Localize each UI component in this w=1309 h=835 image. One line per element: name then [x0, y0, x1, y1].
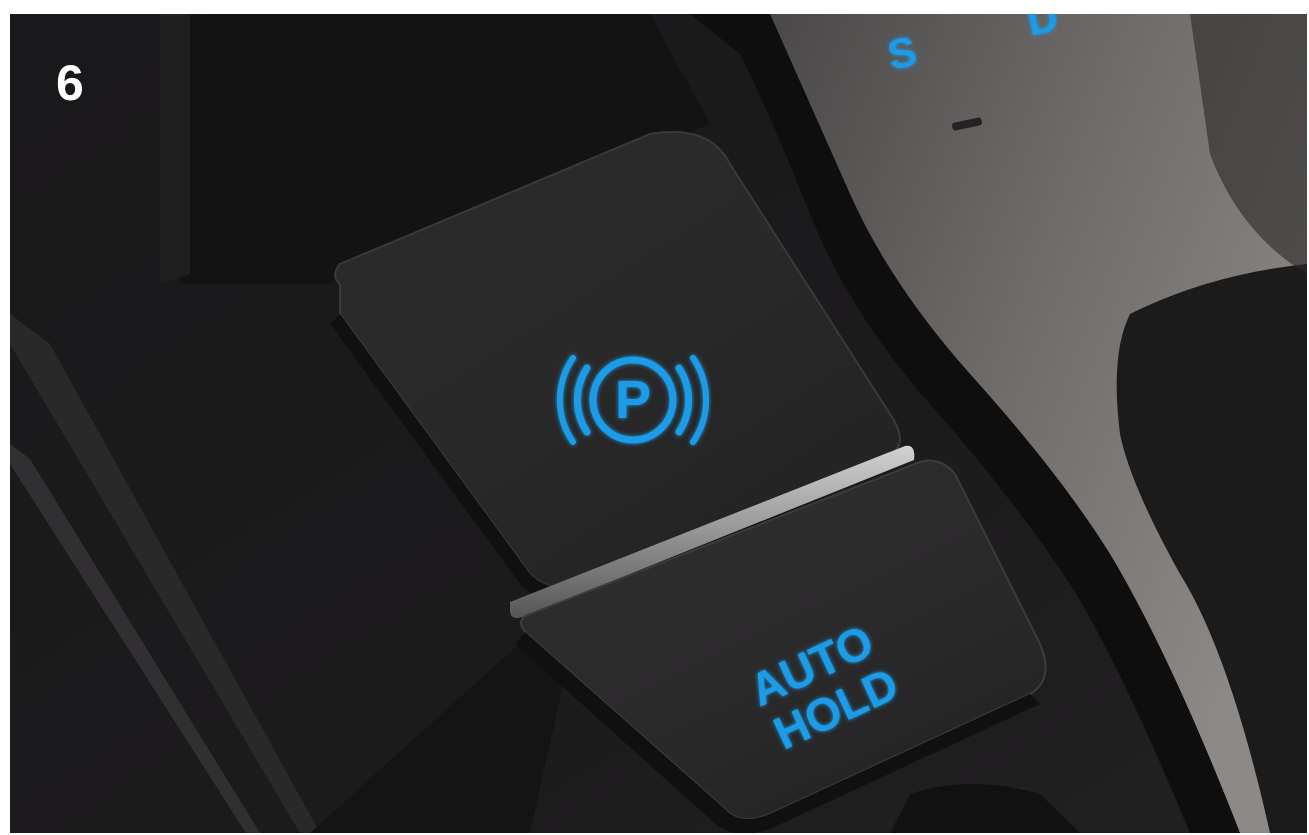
console-photo: S D P AUTO HOLD 6 [10, 14, 1307, 833]
step-number: 6 [56, 55, 84, 111]
console-scene: S D P AUTO HOLD [10, 14, 1307, 833]
parking-brake-letter: P [615, 370, 651, 430]
upper-recess-edge [160, 14, 190, 284]
